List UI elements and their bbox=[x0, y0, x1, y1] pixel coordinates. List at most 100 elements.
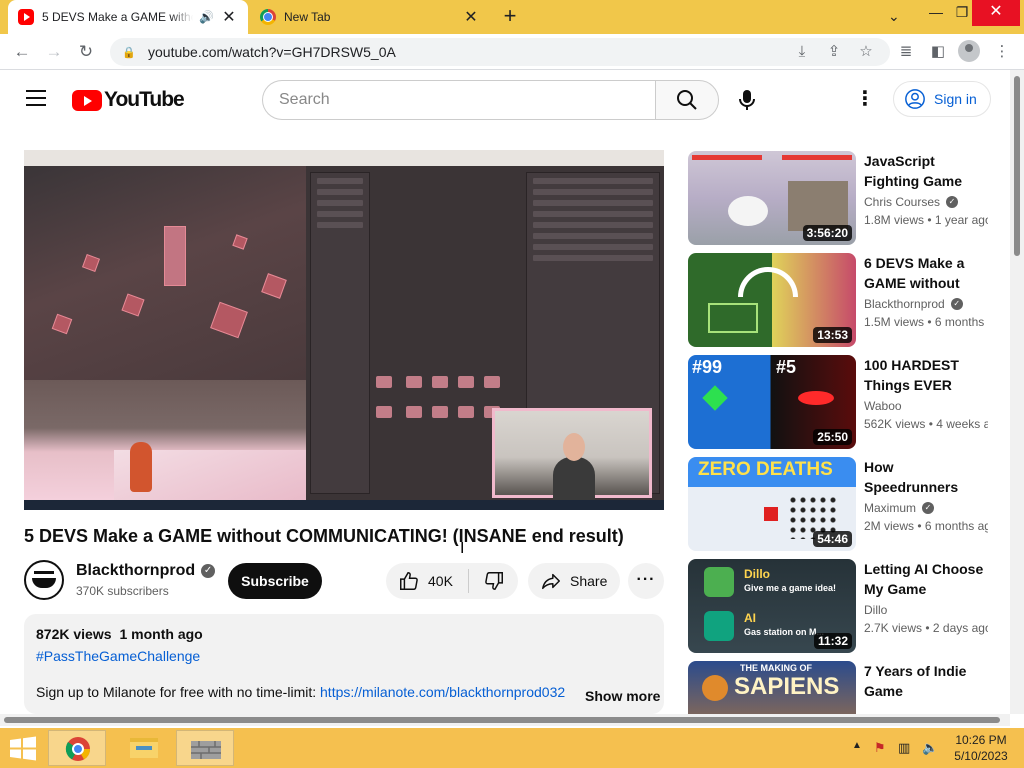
tray-network-icon[interactable]: ▥ bbox=[898, 740, 910, 756]
tab-search-chevron-icon[interactable]: ⌄ bbox=[888, 8, 900, 25]
upload-age: 6 months ago bbox=[924, 519, 988, 533]
share-arrow-icon bbox=[542, 573, 560, 590]
recommended-video[interactable]: #99 #5 25:50 100 HARDEST Things EVER DON… bbox=[688, 355, 1004, 449]
windows-start-icon[interactable] bbox=[6, 734, 40, 762]
video-title[interactable]: 6 DEVS Make a GAME without COMMUNICATING… bbox=[864, 253, 988, 293]
video-title[interactable]: JavaScript Fighting Game Tutorial with H… bbox=[864, 151, 988, 191]
youtube-logo-text: YouTube bbox=[104, 88, 185, 111]
close-tab-icon[interactable]: ✕ bbox=[220, 7, 238, 27]
video-duration: 54:46 bbox=[813, 531, 852, 547]
show-more-button[interactable]: Show more bbox=[581, 688, 661, 704]
recommended-video[interactable]: Dillo Give me a game idea! AI Gas statio… bbox=[688, 559, 1004, 653]
video-title[interactable]: 100 HARDEST Things EVER DONE in Geometry… bbox=[864, 355, 988, 395]
reload-icon[interactable]: ↻ bbox=[74, 40, 98, 64]
thumbnail-label-right: #5 bbox=[776, 357, 797, 377]
video-thumbnail[interactable]: THE MAKING OF SAPIENS bbox=[688, 661, 856, 714]
view-count: 872K views bbox=[36, 626, 112, 642]
video-info: How Speedrunners Conquered the World's H… bbox=[864, 457, 988, 533]
more-actions-button[interactable]: ··· bbox=[628, 563, 664, 599]
description-line: Sign up to Milanote for free with no tim… bbox=[36, 684, 576, 700]
speaker-icon[interactable]: 🔊 bbox=[199, 10, 214, 24]
video-title[interactable]: 7 Years of Indie Game Development bbox=[864, 661, 988, 701]
upload-age: 4 weeks ago bbox=[936, 417, 988, 431]
video-info: Letting AI Choose My Game Mechanics Dill… bbox=[864, 559, 988, 635]
description-box[interactable]: 872K views 1 month ago #PassTheGameChalle… bbox=[24, 614, 664, 714]
address-bar[interactable]: 🔒 youtube.com/watch?v=GH7DRSW5_0A bbox=[110, 38, 890, 66]
media-controls-icon[interactable]: ≣ bbox=[894, 40, 918, 64]
recommended-video[interactable]: THE MAKING OF SAPIENS 7 Years of Indie G… bbox=[688, 661, 1004, 714]
upload-age: 2 days ago bbox=[932, 621, 988, 635]
verified-check-icon: ✓ bbox=[946, 196, 959, 208]
channel-avatar[interactable] bbox=[24, 560, 64, 600]
video-duration: 13:53 bbox=[813, 327, 852, 343]
recommended-video[interactable]: ZERO DEATHS 54:46 How Speedrunners Conqu… bbox=[688, 457, 1004, 551]
tray-expand-icon[interactable]: ▲ bbox=[852, 740, 862, 751]
video-info: JavaScript Fighting Game Tutorial with H… bbox=[864, 151, 988, 227]
search-input[interactable]: Search bbox=[262, 80, 656, 120]
channel-line: Chris Courses ✓ bbox=[864, 195, 988, 209]
side-panel-icon[interactable]: ◧ bbox=[926, 40, 950, 64]
taskbar-app-icon[interactable] bbox=[176, 730, 234, 766]
video-title: 5 DEVS Make a GAME without COMMUNICATING… bbox=[24, 526, 624, 546]
upload-age: 1 year ago bbox=[934, 213, 988, 227]
video-title[interactable]: How Speedrunners Conquered the World's H… bbox=[864, 457, 988, 497]
channel-name[interactable]: Dillo bbox=[864, 603, 887, 617]
channel-name[interactable]: Waboo bbox=[864, 399, 902, 413]
system-clock[interactable]: 10:26 PM 5/10/2023 bbox=[946, 732, 1016, 764]
channel-name-link[interactable]: Blackthornprod ✓ bbox=[76, 562, 216, 580]
dislike-button[interactable] bbox=[469, 563, 518, 599]
description-link[interactable]: https://milanote.com/blackthornprod032 bbox=[320, 684, 565, 700]
tab-title: New Tab bbox=[284, 10, 331, 24]
tab-new-tab[interactable]: New Tab ✕ bbox=[250, 0, 490, 34]
share-page-icon[interactable]: ⇪ bbox=[822, 40, 846, 64]
profile-avatar-icon[interactable] bbox=[958, 40, 980, 62]
tab-title: 5 DEVS Make a GAME without COMMUNICATING… bbox=[42, 10, 193, 24]
video-thumbnail[interactable]: Dillo Give me a game idea! AI Gas statio… bbox=[688, 559, 856, 653]
video-player[interactable] bbox=[24, 150, 664, 510]
video-thumbnail[interactable]: #99 #5 25:50 bbox=[688, 355, 856, 449]
tab-youtube[interactable]: 5 DEVS Make a GAME without COMMUNICATING… bbox=[8, 0, 248, 34]
video-thumbnail[interactable]: 3:56:20 bbox=[688, 151, 856, 245]
horizontal-scrollbar[interactable] bbox=[0, 714, 1010, 726]
share-button[interactable]: Share bbox=[528, 563, 620, 599]
video-frame-taskbar bbox=[24, 500, 664, 510]
bookmark-star-icon[interactable]: ☆ bbox=[854, 40, 878, 64]
search-button[interactable] bbox=[655, 80, 719, 120]
browser-tab-strip: 5 DEVS Make a GAME without COMMUNICATING… bbox=[0, 0, 1024, 34]
hamburger-menu-icon[interactable] bbox=[26, 90, 46, 106]
hashtag-link[interactable]: #PassTheGameChallenge bbox=[36, 648, 652, 664]
video-thumbnail[interactable]: ZERO DEATHS 54:46 bbox=[688, 457, 856, 551]
install-app-icon[interactable]: ⤓ bbox=[790, 40, 814, 64]
lock-icon[interactable]: 🔒 bbox=[122, 46, 138, 59]
channel-name: Blackthornprod bbox=[76, 562, 196, 579]
close-tab-icon[interactable]: ✕ bbox=[462, 7, 480, 27]
back-arrow-icon[interactable]: ← bbox=[10, 40, 34, 64]
thumbnail-message-2: Gas station on M... bbox=[744, 627, 825, 637]
video-title[interactable]: Letting AI Choose My Game Mechanics bbox=[864, 559, 988, 599]
voice-search-mic-icon[interactable] bbox=[732, 84, 762, 114]
upload-age: 6 months ago bbox=[934, 315, 988, 329]
channel-name[interactable]: Chris Courses bbox=[864, 195, 940, 209]
subscribe-button[interactable]: Subscribe bbox=[228, 563, 322, 599]
forward-arrow-icon[interactable]: → bbox=[42, 40, 66, 64]
sign-in-button[interactable]: Sign in bbox=[893, 81, 991, 117]
channel-name[interactable]: Blackthornprod bbox=[864, 297, 945, 311]
taskbar-file-explorer-icon[interactable] bbox=[114, 730, 172, 766]
like-button[interactable]: 40K bbox=[386, 563, 468, 599]
video-thumbnail[interactable]: 13:53 bbox=[688, 253, 856, 347]
chrome-menu-icon[interactable]: ⋮ bbox=[990, 40, 1014, 64]
channel-name[interactable]: Maximum bbox=[864, 501, 916, 515]
settings-kebab-icon[interactable]: ⋮ bbox=[854, 86, 876, 112]
text-cursor-icon: I bbox=[460, 540, 465, 557]
view-count: 1.8M views bbox=[864, 213, 925, 227]
taskbar-chrome-icon[interactable] bbox=[48, 730, 106, 766]
tray-action-center-flag-icon[interactable]: ⚑ bbox=[874, 740, 886, 756]
recommended-video[interactable]: 3:56:20 JavaScript Fighting Game Tutoria… bbox=[688, 151, 1004, 245]
subscriber-count: 370K subscribers bbox=[76, 584, 169, 598]
close-window-icon[interactable]: ✕ bbox=[972, 0, 1020, 26]
vertical-scrollbar[interactable] bbox=[1010, 70, 1024, 714]
tray-volume-muted-icon[interactable]: 🔈 bbox=[922, 740, 938, 756]
recommended-video[interactable]: 13:53 6 DEVS Make a GAME without COMMUNI… bbox=[688, 253, 1004, 347]
youtube-logo[interactable]: YouTube bbox=[72, 88, 185, 112]
new-tab-button[interactable]: + bbox=[498, 4, 522, 28]
